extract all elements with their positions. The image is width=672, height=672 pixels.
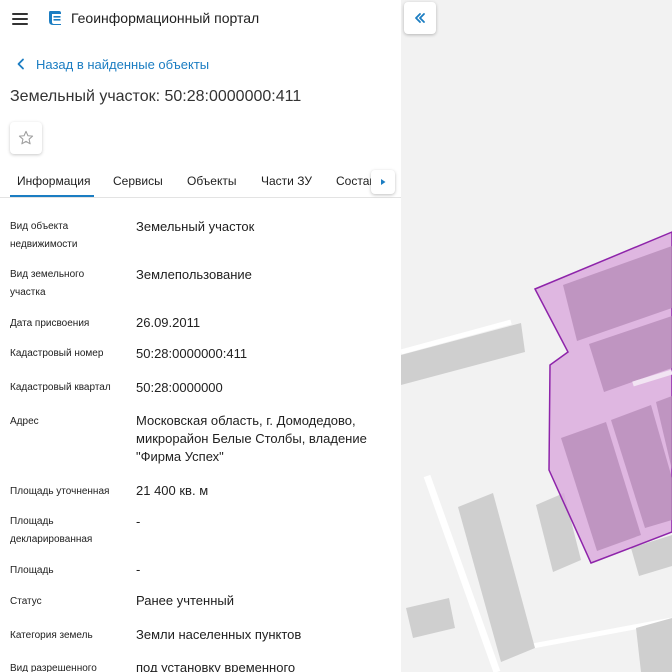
row-value: Земли населенных пунктов [136, 627, 302, 642]
star-outline-icon [18, 130, 34, 145]
tab-parts[interactable]: Части ЗУ [261, 174, 312, 188]
row-label: Категория земель [10, 630, 93, 641]
back-link-label: Назад в найденные объекты [36, 56, 210, 72]
row-value: 26.09.2011 [136, 315, 201, 330]
row-label: Кадастровый номер [10, 348, 104, 359]
collapse-panel-button[interactable] [404, 2, 436, 34]
row-value: Московская область, г. Домодедово, микро… [136, 413, 367, 464]
row-value: Ранее учтенный [136, 593, 234, 608]
row-value: - [136, 514, 141, 529]
row-label: Адрес [10, 416, 39, 427]
row-label: Статус [10, 596, 42, 607]
tab-bar: Информация Сервисы Объекты Части ЗУ Сост… [0, 166, 401, 198]
row-value: - [136, 562, 141, 577]
chevron-left-icon [17, 58, 24, 70]
row-label: Кадастровый квартал [10, 382, 111, 393]
tab-services[interactable]: Сервисы [113, 174, 163, 188]
double-chevron-left-icon [415, 13, 425, 23]
tab-information[interactable]: Информация [17, 174, 90, 188]
app-title: Геоинформационный портал [71, 10, 260, 26]
info-panel: Геоинформационный портал Назад в найденн… [0, 0, 401, 672]
map-view[interactable] [401, 0, 672, 672]
hamburger-icon[interactable] [12, 13, 28, 25]
app-header: Геоинформационный портал [0, 0, 401, 38]
row-label: Вид объекта недвижимости [10, 221, 78, 250]
favorite-button[interactable] [10, 122, 42, 154]
row-value: 50:28:0000000 [136, 380, 223, 395]
back-link[interactable]: Назад в найденные объекты [14, 54, 209, 74]
tab-composition[interactable]: Состав [336, 174, 376, 188]
row-label: Площадь [10, 565, 54, 576]
row-value: Земельный участок [136, 219, 255, 234]
row-value: 21 400 кв. м [136, 483, 209, 498]
triangle-right-icon [381, 179, 386, 185]
row-value: Землепользование [136, 267, 252, 282]
row-value: под установку временного [136, 660, 296, 672]
tab-objects[interactable]: Объекты [187, 174, 237, 188]
row-label: Дата присвоения [10, 318, 90, 329]
tabs-scroll-right-button[interactable] [371, 170, 395, 194]
tab-active-indicator [10, 195, 94, 197]
row-label: Вид земельного участка [10, 269, 85, 298]
page-title: Земельный участок: 50:28:0000000:411 [10, 88, 302, 105]
row-value: 50:28:0000000:411 [136, 346, 248, 361]
map-canvas[interactable] [401, 0, 672, 672]
row-label: Вид разрешенного [10, 663, 97, 672]
row-label: Площадь уточненная [10, 486, 110, 497]
portal-logo-icon [49, 11, 61, 25]
row-label: Площадь декларированная [10, 516, 93, 545]
